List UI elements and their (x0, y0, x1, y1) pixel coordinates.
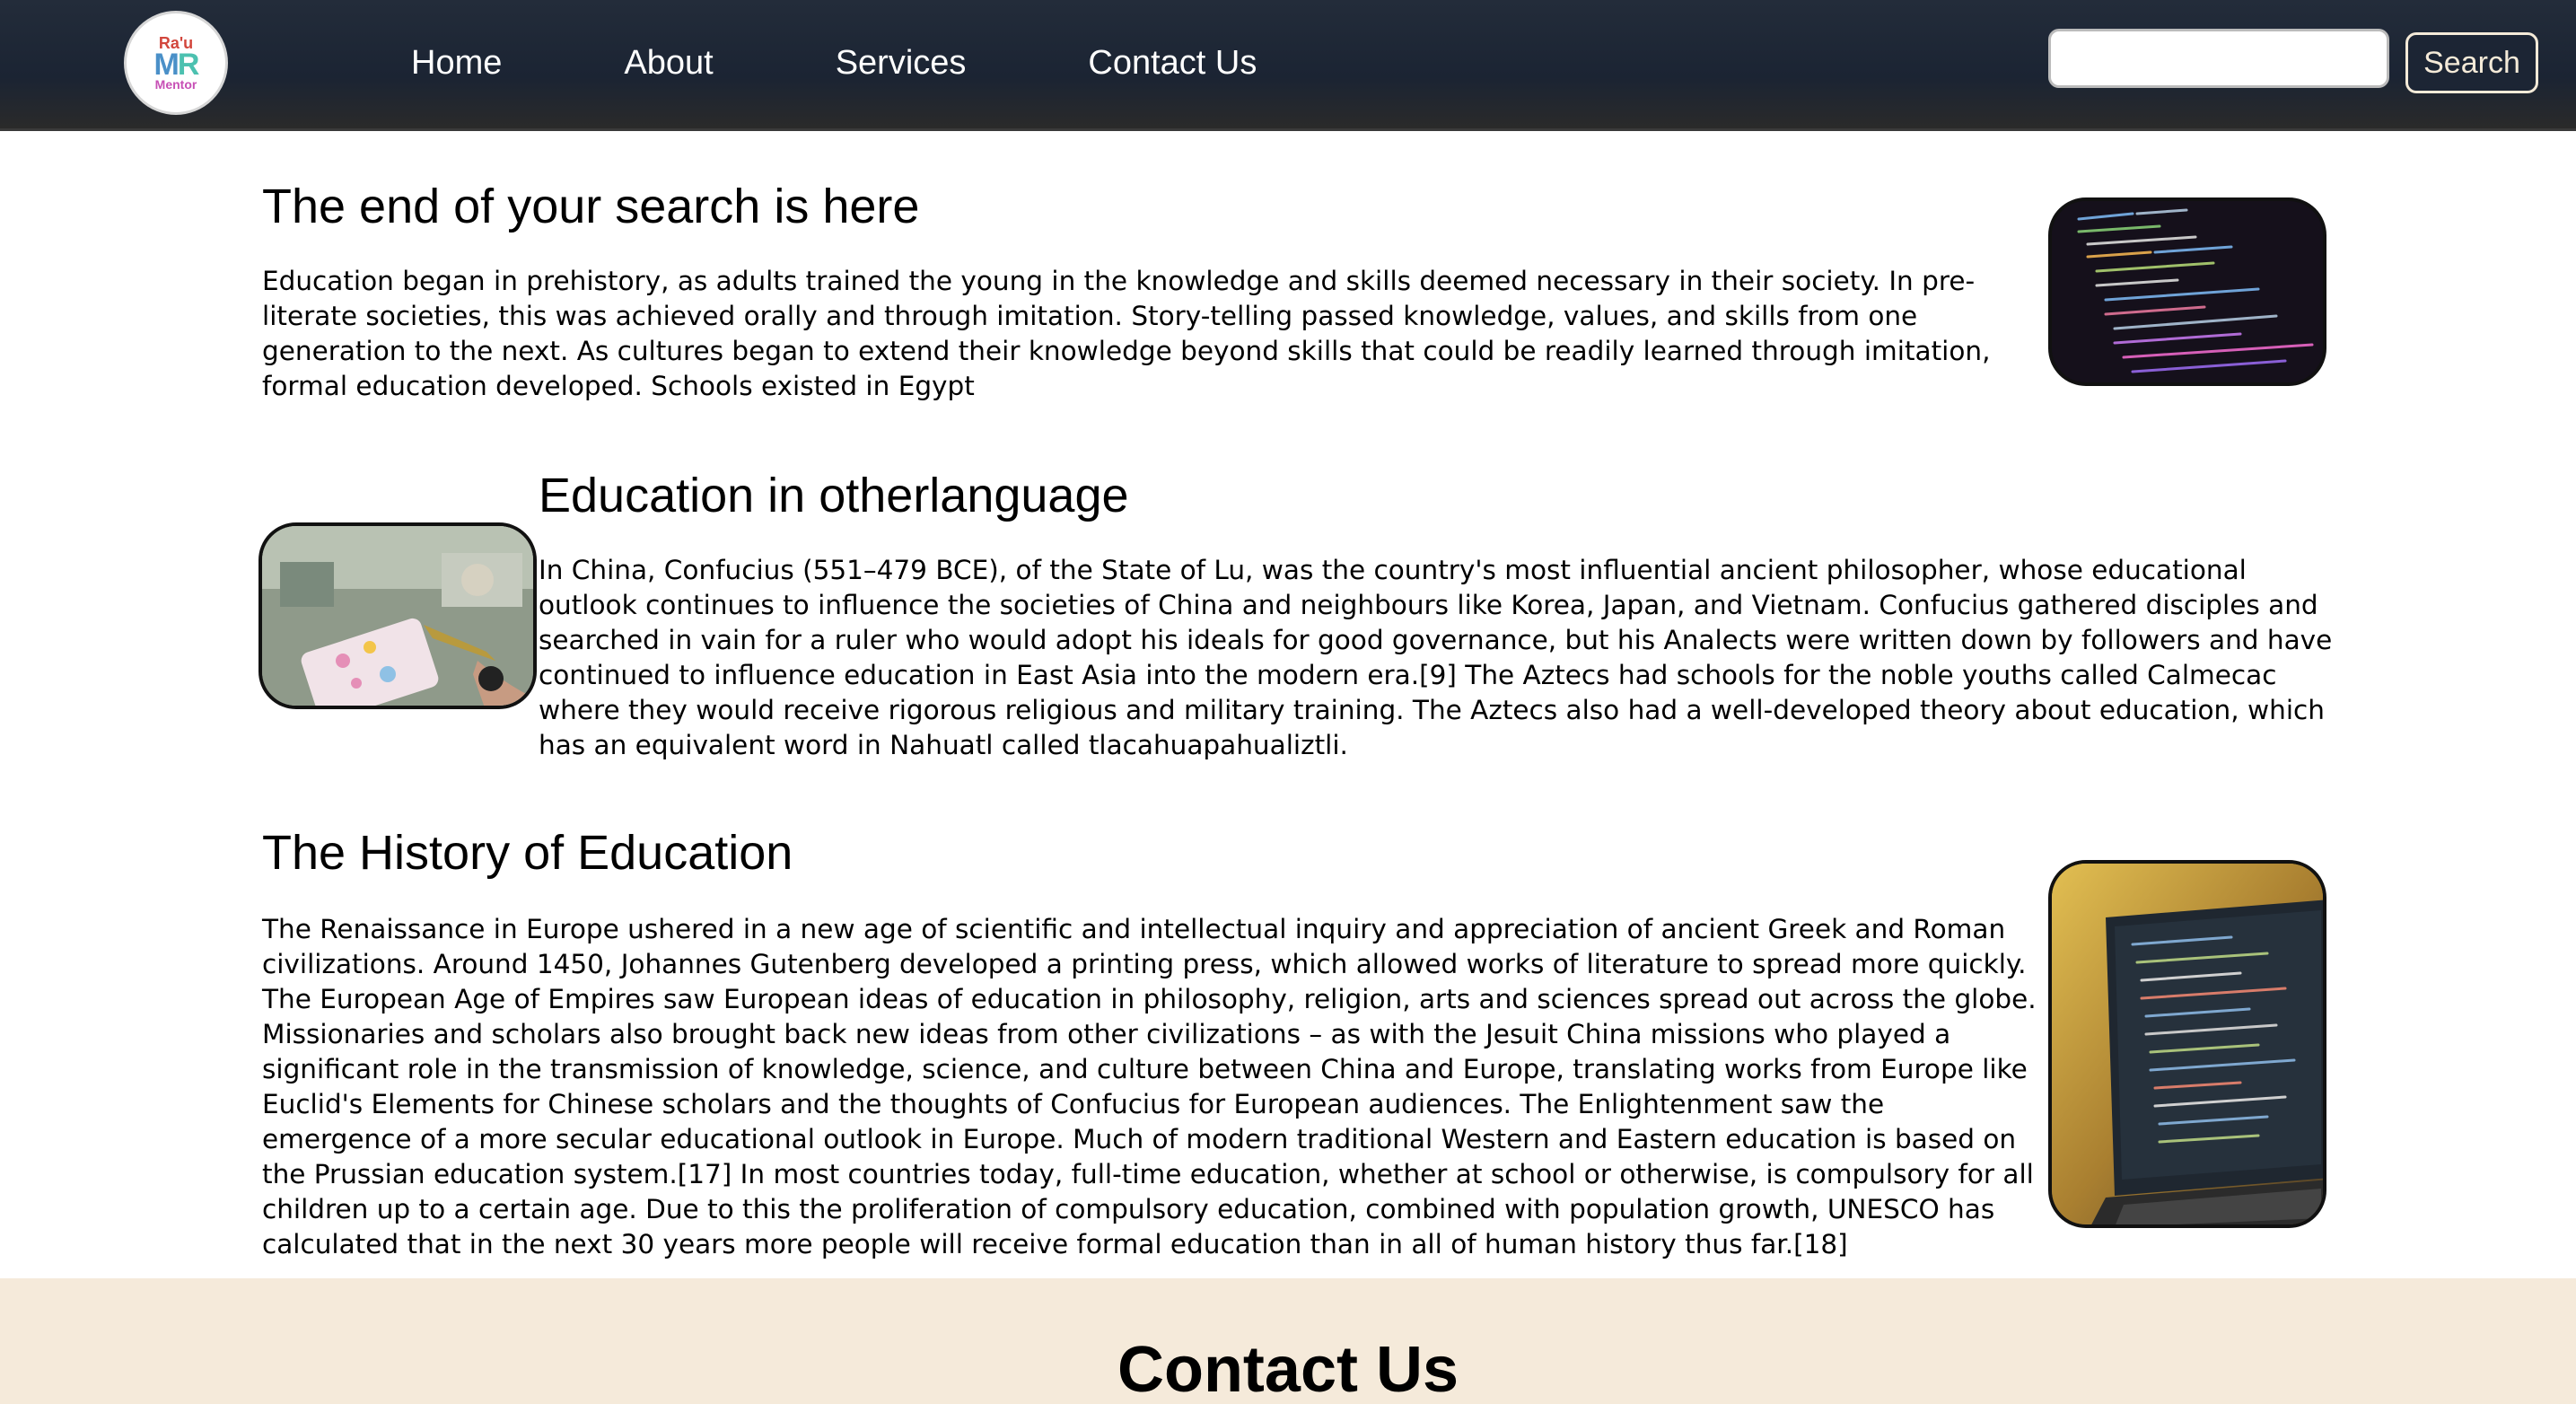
logo-monogram: MR (153, 48, 200, 82)
contact-section: Contact Us (0, 1278, 2576, 1404)
classroom-graphic (262, 526, 533, 706)
section-body-history: The Renaissance in Europe ushered in a n… (262, 914, 2037, 1259)
code-on-screen-image (2048, 197, 2326, 386)
section-body-otherlanguage: In China, Confucius (551–479 BCE), of th… (539, 555, 2333, 760)
code-lines-graphic (2052, 201, 2323, 382)
nav-link-home[interactable]: Home (411, 39, 502, 86)
laptop-code-image (2048, 860, 2326, 1228)
nav-link-about[interactable]: About (624, 39, 713, 86)
main-nav: Home About Services Contact Us (411, 39, 1379, 86)
nav-link-contact[interactable]: Contact Us (1088, 39, 1257, 86)
nav-link-services[interactable]: Services (836, 39, 967, 86)
section-title-otherlanguage: Education in otherlanguage (539, 469, 1129, 522)
classroom-craft-image (258, 522, 537, 709)
navbar: Ra'u MR Mentor Home About Services Conta… (0, 0, 2576, 131)
section-body-search: Education began in prehistory, as adults… (262, 266, 1991, 401)
section-title-search: The end of your search is here (262, 180, 920, 233)
logo-line3: Mentor (154, 77, 197, 92)
search-input[interactable] (2048, 29, 2389, 88)
section-title-history: The History of Education (262, 826, 793, 880)
contact-title: Contact Us (1117, 1334, 1459, 1404)
search-button[interactable]: Search (2405, 32, 2538, 93)
laptop-graphic (2052, 864, 2323, 1224)
site-logo[interactable]: Ra'u MR Mentor (124, 11, 228, 115)
